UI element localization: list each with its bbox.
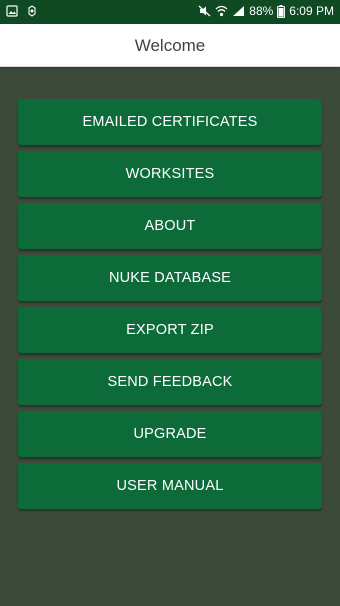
send-feedback-button[interactable]: SEND FEEDBACK <box>18 359 322 405</box>
battery-percent: 88% <box>249 4 274 18</box>
main-menu: EMAILED CERTIFICATES WORKSITES ABOUT NUK… <box>18 99 322 515</box>
nuke-database-label: NUKE DATABASE <box>108 270 232 286</box>
emailed-certificates-label: EMAILED CERTIFICATES <box>82 114 258 130</box>
status-bar: 88% 6:09 PM <box>0 0 340 24</box>
page-title: Welcome <box>134 36 206 55</box>
user-manual-button[interactable]: USER MANUAL <box>18 463 322 509</box>
send-feedback-label: SEND FEEDBACK <box>107 374 233 390</box>
worksites-label: WORKSITES <box>125 166 215 182</box>
media-notification-icon <box>26 5 38 17</box>
user-manual-label: USER MANUAL <box>116 478 224 494</box>
image-notification-icon <box>6 5 18 17</box>
app-bar: Welcome <box>0 24 340 67</box>
worksites-button[interactable]: WORKSITES <box>18 151 322 197</box>
signal-icon <box>232 5 245 17</box>
wifi-icon <box>215 5 228 17</box>
battery-icon <box>277 4 286 18</box>
upgrade-label: UPGRADE <box>133 426 207 442</box>
nuke-database-button[interactable]: NUKE DATABASE <box>18 255 322 301</box>
upgrade-button[interactable]: UPGRADE <box>18 411 322 457</box>
status-left-icons <box>6 5 38 17</box>
emailed-certificates-button[interactable]: EMAILED CERTIFICATES <box>18 99 322 145</box>
mute-icon <box>198 5 211 17</box>
status-time: 6:09 PM <box>289 4 334 18</box>
about-button[interactable]: ABOUT <box>18 203 322 249</box>
export-zip-label: EXPORT ZIP <box>126 322 214 338</box>
about-label: ABOUT <box>144 218 196 234</box>
export-zip-button[interactable]: EXPORT ZIP <box>18 307 322 353</box>
status-right-icons: 88% 6:09 PM <box>198 4 334 18</box>
